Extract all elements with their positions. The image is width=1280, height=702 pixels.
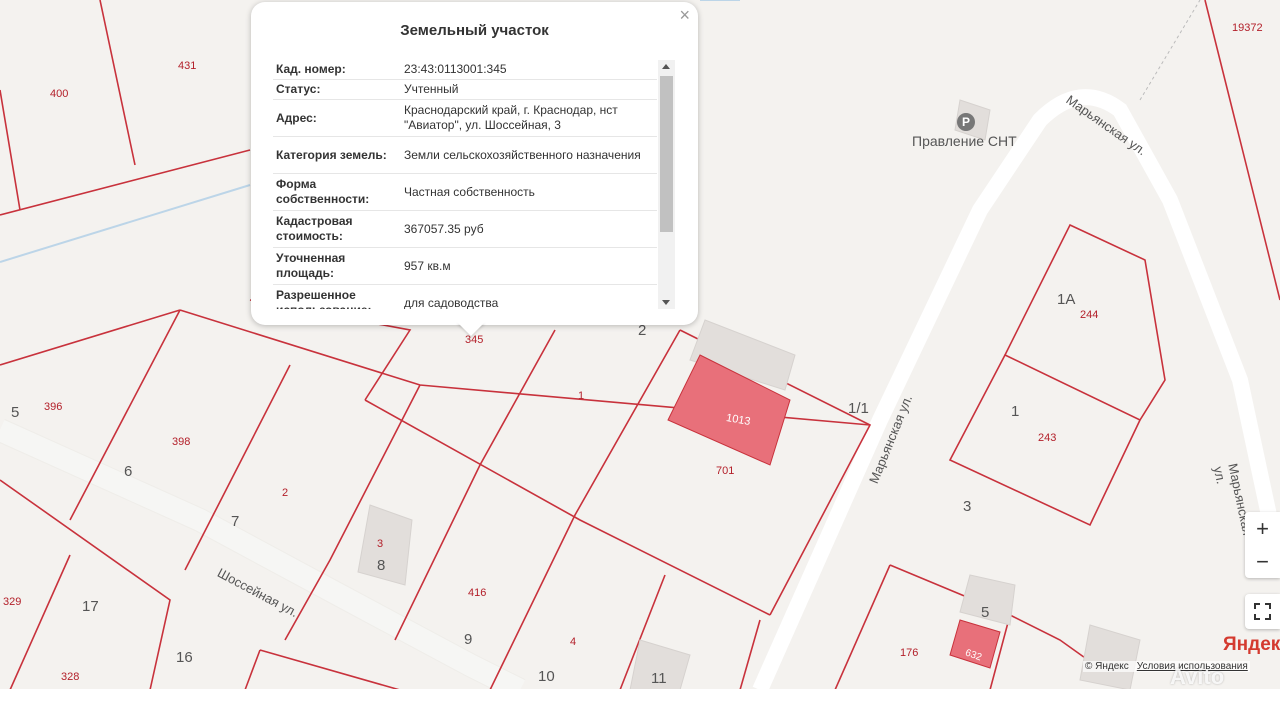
scrollbar-thumb[interactable] bbox=[660, 76, 673, 232]
house-number: 8 bbox=[377, 557, 386, 574]
property-value: Учтенный bbox=[401, 79, 657, 100]
parcel-number: 4 bbox=[570, 636, 577, 648]
property-key: Уточненная площадь: bbox=[273, 247, 401, 285]
parcel-number: 1 bbox=[578, 390, 585, 402]
property-key: Кад. номер: bbox=[273, 60, 401, 80]
scroll-down-icon[interactable] bbox=[662, 300, 670, 305]
table-row: Кадастровая стоимость: 367057.35 руб bbox=[273, 210, 657, 248]
property-key: Адрес: bbox=[273, 99, 401, 137]
table-row: Уточненная площадь: 957 кв.м bbox=[273, 247, 657, 285]
house-number: 6 bbox=[124, 463, 133, 480]
house-number: 10 bbox=[538, 668, 555, 685]
property-key: Кадастровая стоимость: bbox=[273, 210, 401, 248]
fullscreen-icon bbox=[1254, 603, 1271, 620]
street-label: Шоссейная ул. bbox=[214, 565, 301, 621]
popup-title: Земельный участок bbox=[400, 22, 549, 39]
property-key: Статус: bbox=[273, 79, 401, 100]
property-key: Форма собственности: bbox=[273, 173, 401, 211]
popup-scrollbar[interactable] bbox=[658, 60, 675, 309]
parcel-number: 19372 bbox=[1232, 22, 1263, 34]
house-number: 16 bbox=[176, 649, 193, 666]
zoom-control: + − bbox=[1245, 512, 1280, 578]
house-number: 1А bbox=[1057, 291, 1076, 308]
parcel-number: 176 bbox=[900, 647, 919, 659]
popup-body[interactable]: Кад. номер: 23:43:0113001:345 Статус: Учте… bbox=[273, 60, 675, 309]
house-number: 11 bbox=[651, 670, 667, 687]
street-label: Марьянская ул. bbox=[1063, 92, 1150, 159]
properties-table: Кад. номер: 23:43:0113001:345 Статус: Учте… bbox=[273, 60, 657, 309]
zoom-out-button[interactable]: − bbox=[1245, 545, 1280, 578]
property-value: 367057.35 руб bbox=[401, 210, 657, 248]
house-number: 9 bbox=[464, 631, 473, 648]
parcel-number: 701 bbox=[716, 465, 735, 477]
street-label: Марьянская ул. bbox=[866, 392, 916, 486]
parcel-number: 416 bbox=[468, 587, 487, 599]
parcel-number: 1013 bbox=[725, 411, 752, 429]
property-key: Разрешенное использование: bbox=[273, 284, 401, 309]
property-value: Краснодарский край, г. Краснодар, нст "А… bbox=[401, 99, 657, 137]
parcel-number: 2 bbox=[282, 487, 289, 499]
property-value: Земли сельскохозяйственного назначения bbox=[401, 136, 657, 174]
parcel-number: 400 bbox=[50, 88, 69, 100]
house-number: 5 bbox=[981, 604, 990, 621]
property-value: 957 кв.м bbox=[401, 247, 657, 285]
parcel-info-popup: × Земельный участок Кад. номер: 23:43:011… bbox=[251, 2, 698, 325]
parcel-number: 329 bbox=[3, 596, 22, 608]
table-row: Разрешенное использование:для садоводств… bbox=[273, 284, 657, 309]
avito-watermark: Avito bbox=[1170, 664, 1225, 689]
house-number: 17 bbox=[82, 598, 99, 615]
property-value: Частная собственность bbox=[401, 173, 657, 211]
zoom-in-button[interactable]: + bbox=[1245, 512, 1280, 545]
parcel-number: 396 bbox=[44, 401, 63, 413]
property-key: Категория земель: bbox=[273, 136, 401, 174]
parcel-number: 632 bbox=[963, 647, 984, 664]
table-row: Форма собственности: Частная собственност… bbox=[273, 173, 657, 211]
yandex-logo[interactable]: Яндекс bbox=[1223, 634, 1280, 656]
table-row: Кад. номер: 23:43:0113001:345 bbox=[273, 60, 657, 80]
house-number: 3 bbox=[963, 498, 972, 515]
parcel-number: 328 bbox=[61, 671, 80, 683]
popup-pointer bbox=[457, 322, 485, 336]
table-row: Категория земель: Земли сельскохозяйствен… bbox=[273, 136, 657, 174]
parcel-number: 398 bbox=[172, 436, 191, 448]
property-value: для садоводства bbox=[401, 284, 657, 309]
fullscreen-button[interactable] bbox=[1245, 594, 1280, 629]
bottom-strip bbox=[0, 689, 1280, 702]
house-number: 1 bbox=[1011, 403, 1020, 420]
table-row: Статус: Учтенный bbox=[273, 79, 657, 100]
poi-label[interactable]: Правление СНТ bbox=[912, 133, 1017, 149]
parcel-number: 243 bbox=[1038, 432, 1057, 444]
parcel-number: 244 bbox=[1080, 309, 1099, 321]
parcel-number: 431 bbox=[178, 60, 197, 72]
copyright: © Яндекс bbox=[1085, 661, 1129, 672]
scroll-up-icon[interactable] bbox=[662, 64, 670, 69]
parcel-number: 3 bbox=[377, 538, 384, 550]
property-value: 23:43:0113001:345 bbox=[401, 60, 657, 80]
table-row: Адрес: Краснодарский край, г. Краснодар, … bbox=[273, 99, 657, 137]
house-number: 5 bbox=[11, 404, 20, 421]
house-number: 7 bbox=[231, 513, 240, 530]
house-number: 1/1 bbox=[848, 400, 869, 417]
attribution: © Яндекс Условия использования bbox=[1083, 661, 1250, 672]
parking-icon[interactable]: P bbox=[957, 113, 975, 131]
